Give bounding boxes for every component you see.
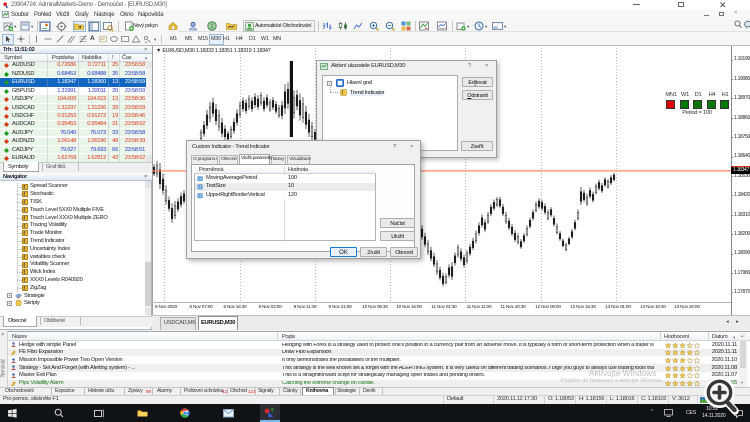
- svg-text:12: 12: [198, 194, 202, 198]
- svg-text:12: 12: [198, 177, 202, 181]
- svg-text:12: 12: [198, 185, 202, 189]
